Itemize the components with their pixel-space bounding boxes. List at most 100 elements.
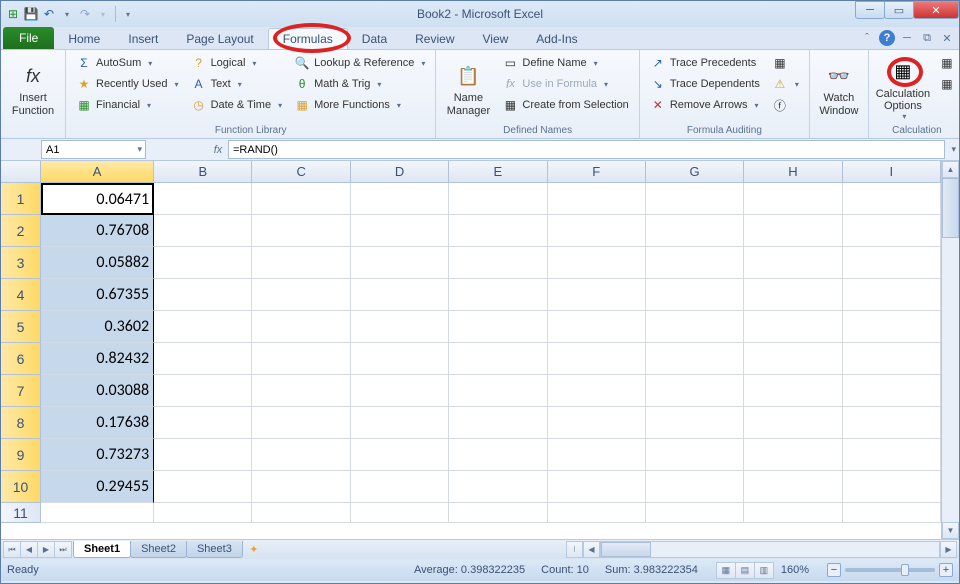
cell[interactable]	[744, 247, 842, 279]
cell[interactable]	[646, 279, 744, 311]
cell[interactable]	[154, 183, 252, 215]
tab-page-layout[interactable]: Page Layout	[172, 29, 267, 49]
row-header[interactable]: 4	[1, 279, 41, 311]
cell[interactable]	[351, 279, 449, 311]
cell[interactable]	[351, 215, 449, 247]
excel-icon[interactable]: ⊞	[5, 6, 21, 22]
cell[interactable]	[548, 215, 646, 247]
cell[interactable]	[646, 407, 744, 439]
zoom-out-button[interactable]: −	[827, 563, 841, 577]
select-all-corner[interactable]	[1, 161, 41, 183]
row-header[interactable]: 2	[1, 215, 41, 247]
redo-dropdown-icon[interactable]: ▾	[95, 6, 111, 22]
cell[interactable]	[744, 471, 842, 503]
cell[interactable]	[646, 471, 744, 503]
cell[interactable]	[548, 439, 646, 471]
new-sheet-icon[interactable]: ✦	[244, 542, 264, 557]
cell[interactable]: 0.82432	[41, 343, 154, 375]
hscroll-split-icon[interactable]: ⦚	[566, 541, 583, 558]
cell[interactable]	[449, 311, 547, 343]
cell[interactable]	[154, 247, 252, 279]
cell[interactable]	[843, 439, 941, 471]
row-header[interactable]: 9	[1, 439, 41, 471]
column-header[interactable]: C	[252, 161, 350, 183]
cell[interactable]	[449, 247, 547, 279]
cell[interactable]	[548, 471, 646, 503]
hscroll-track[interactable]	[600, 541, 940, 558]
math-trig-button[interactable]: θMath & Trig	[290, 74, 429, 94]
cell[interactable]	[449, 407, 547, 439]
cell[interactable]	[252, 215, 350, 247]
sheet-tab-2[interactable]: Sheet2	[130, 541, 187, 558]
minimize-ribbon-icon[interactable]: ˆ	[859, 30, 875, 46]
define-name-button[interactable]: ▭Define Name	[498, 53, 632, 73]
cell[interactable]: 0.3602	[41, 311, 154, 343]
cell[interactable]	[744, 343, 842, 375]
cell[interactable]	[252, 407, 350, 439]
cell[interactable]	[351, 311, 449, 343]
recently-used-button[interactable]: ★Recently Used	[72, 74, 183, 94]
cell[interactable]	[843, 215, 941, 247]
cell[interactable]	[154, 215, 252, 247]
cell[interactable]	[843, 247, 941, 279]
fx-button[interactable]: fx	[208, 144, 228, 156]
row-header[interactable]: 11	[1, 503, 41, 523]
cell[interactable]	[351, 247, 449, 279]
view-page-layout-icon[interactable]: ▤	[735, 562, 755, 579]
hscroll-left-icon[interactable]: ◀	[583, 541, 600, 558]
error-checking-button[interactable]: ⚠	[768, 74, 803, 94]
cell[interactable]	[646, 439, 744, 471]
undo-dropdown-icon[interactable]: ▾	[59, 6, 75, 22]
scroll-down-icon[interactable]: ▼	[942, 522, 959, 539]
cell[interactable]: 0.76708	[41, 215, 154, 247]
cell[interactable]	[154, 343, 252, 375]
column-header[interactable]: E	[449, 161, 547, 183]
cell[interactable]: 0.29455	[41, 471, 154, 503]
cell[interactable]: 0.67355	[41, 279, 154, 311]
evaluate-formula-button[interactable]: ⓕ	[768, 95, 803, 115]
cell[interactable]	[154, 407, 252, 439]
undo-icon[interactable]: ↶	[41, 6, 57, 22]
scroll-up-icon[interactable]: ▲	[942, 161, 959, 178]
cell[interactable]	[252, 375, 350, 407]
nav-last-icon[interactable]: ⏭	[54, 541, 72, 558]
calculate-sheet-button[interactable]: ▦	[935, 74, 959, 94]
row-header[interactable]: 1	[1, 183, 41, 215]
redo-icon[interactable]: ↷	[77, 6, 93, 22]
cell[interactable]	[646, 503, 744, 523]
column-header[interactable]: H	[744, 161, 842, 183]
cell[interactable]	[843, 343, 941, 375]
help-icon[interactable]: ?	[879, 30, 895, 46]
row-header[interactable]: 3	[1, 247, 41, 279]
cell[interactable]	[351, 375, 449, 407]
cell[interactable]	[252, 311, 350, 343]
row-header[interactable]: 7	[1, 375, 41, 407]
row-header[interactable]: 5	[1, 311, 41, 343]
cell[interactable]	[252, 503, 350, 523]
scroll-thumb[interactable]	[942, 178, 959, 238]
cell[interactable]	[843, 279, 941, 311]
cell[interactable]	[154, 279, 252, 311]
tab-data[interactable]: Data	[348, 29, 401, 49]
cell[interactable]	[744, 183, 842, 215]
save-icon[interactable]: 💾	[23, 6, 39, 22]
cell[interactable]	[449, 375, 547, 407]
column-header[interactable]: I	[843, 161, 941, 183]
cell[interactable]	[744, 503, 842, 523]
cell[interactable]	[646, 343, 744, 375]
cell[interactable]	[646, 375, 744, 407]
doc-restore-icon[interactable]: ⧉	[919, 30, 935, 46]
row-header[interactable]: 8	[1, 407, 41, 439]
zoom-slider[interactable]	[845, 568, 935, 572]
cell[interactable]	[252, 247, 350, 279]
cell[interactable]	[449, 279, 547, 311]
cell[interactable]	[744, 215, 842, 247]
cell[interactable]	[548, 311, 646, 343]
zoom-in-button[interactable]: +	[939, 563, 953, 577]
hscroll-thumb[interactable]	[601, 542, 651, 557]
cell[interactable]	[646, 215, 744, 247]
cell[interactable]	[154, 503, 252, 523]
insert-function-button[interactable]: fx Insert Function	[5, 52, 61, 125]
name-manager-button[interactable]: 📋 Name Manager	[440, 52, 496, 125]
tab-formulas[interactable]: Formulas	[268, 28, 348, 49]
